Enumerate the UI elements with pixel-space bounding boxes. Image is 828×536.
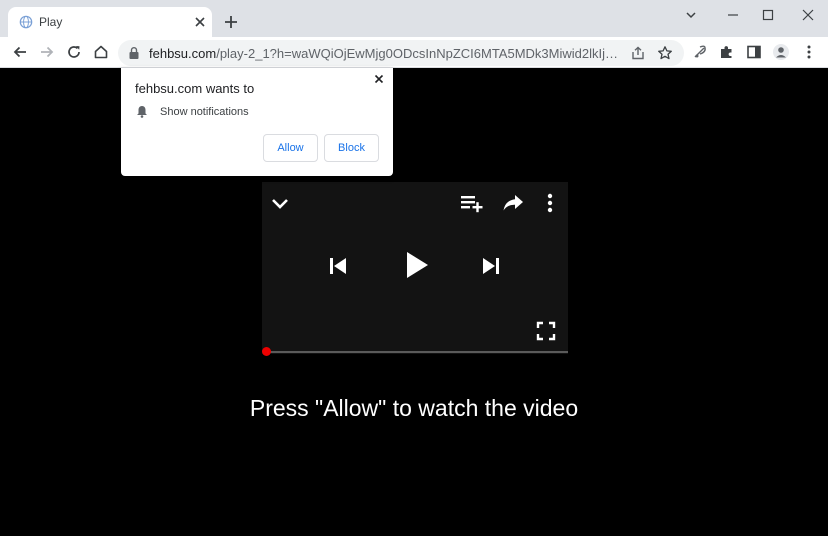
skip-previous-icon[interactable] [328,255,348,277]
reload-icon[interactable] [65,43,83,61]
menu-kebab-icon[interactable] [800,43,818,61]
url-host: fehbsu.com [149,46,217,61]
extension-feather-icon[interactable] [691,43,709,61]
add-to-queue-icon[interactable] [460,193,484,213]
notification-permission-prompt: fehbsu.com wants to Show notifications A… [121,68,393,176]
video-player[interactable] [262,182,568,356]
tab-title: Play [39,15,63,29]
lock-icon[interactable] [128,46,140,60]
allow-instruction-text: Press "Allow" to watch the video [249,395,579,421]
fullscreen-icon[interactable] [536,321,556,341]
tab-strip: Play [0,0,828,37]
home-icon[interactable] [92,43,110,61]
url-path: /play-2_1?h=waWQiOjEwMjg0ODcsInNpZCI6MTA… [216,46,623,61]
play-icon[interactable] [404,249,430,281]
progress-track[interactable] [266,351,568,353]
forward-arrow-icon[interactable] [38,43,56,61]
browser-window: Play fehbsu.com/play-2_1?h=waWQiOjEwMjg0… [0,0,828,536]
share-page-icon[interactable] [630,45,646,61]
browser-toolbar: fehbsu.com/play-2_1?h=waWQiOjEwMjg0ODcsI… [0,37,828,68]
prompt-title: fehbsu.com wants to [135,81,255,96]
bell-icon [137,106,147,118]
close-tab-icon[interactable] [192,14,208,30]
new-tab-icon[interactable] [222,13,240,31]
block-button[interactable]: Block [324,134,379,162]
chevron-down-icon[interactable] [270,193,290,213]
side-panel-icon[interactable] [745,43,763,61]
close-icon[interactable] [372,72,386,86]
back-arrow-icon[interactable] [11,43,29,61]
skip-next-icon[interactable] [481,255,501,277]
browser-tab[interactable]: Play [8,7,212,37]
extensions-puzzle-icon[interactable] [718,43,736,61]
globe-icon [19,15,33,29]
permission-label: Show notifications [160,106,249,118]
profile-avatar-icon[interactable] [772,43,790,61]
tab-search-icon[interactable] [679,5,703,25]
close-window-icon[interactable] [796,5,820,25]
allow-button[interactable]: Allow [263,134,318,162]
progress-scrubber[interactable] [262,347,271,356]
share-icon[interactable] [502,193,524,213]
minimize-icon[interactable] [721,5,745,25]
address-bar[interactable]: fehbsu.com/play-2_1?h=waWQiOjEwMjg0ODcsI… [118,40,684,66]
url-text[interactable]: fehbsu.com/play-2_1?h=waWQiOjEwMjg0ODcsI… [149,46,623,61]
bookmark-star-icon[interactable] [657,45,673,61]
maximize-icon[interactable] [756,5,780,25]
more-vert-icon[interactable] [542,193,558,213]
